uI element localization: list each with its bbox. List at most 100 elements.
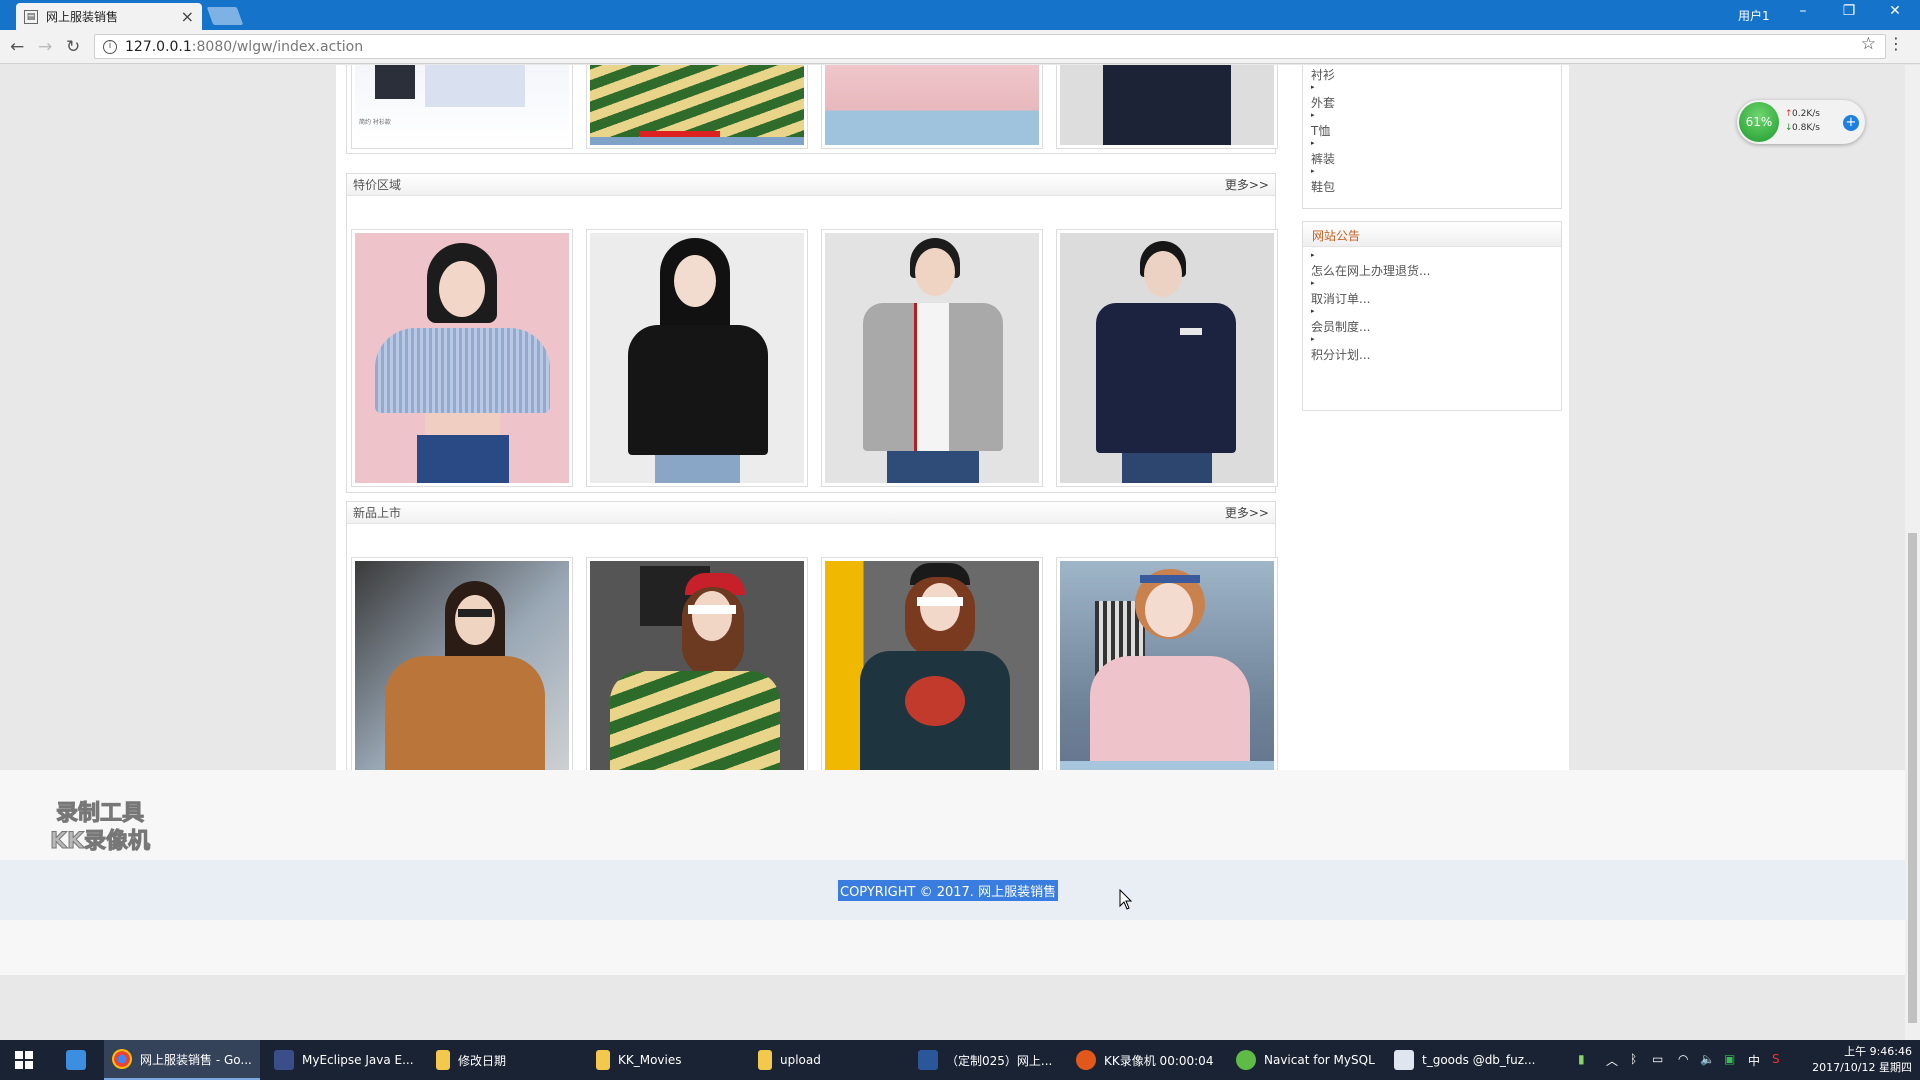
bullet-arrow-icon: ▸ (1311, 111, 1315, 119)
power-icon[interactable]: ▭ (1652, 1052, 1663, 1066)
taskbar-label: 网上服装销售 - Go... (140, 1052, 252, 1067)
notice-item[interactable]: ▸ 取消订单... (1309, 277, 1555, 306)
bullet-arrow-icon: ▸ (1311, 251, 1315, 259)
bullet-arrow-icon: ▸ (1311, 167, 1315, 175)
copyright-text: COPYRIGHT © 2017. 网上服装销售 (838, 880, 1059, 901)
url-host: 127.0.0.1 (125, 38, 192, 55)
category-item[interactable]: ▸ 裤装 (1309, 137, 1555, 166)
product-caption: 简约 衬衫款 (359, 119, 391, 126)
category-item[interactable]: ▸ T恤 (1309, 109, 1555, 138)
product-image[interactable] (1060, 233, 1274, 483)
taskbar-item-table[interactable]: t_goods @db_fuz... (1386, 1040, 1536, 1080)
new-tab-button[interactable] (206, 7, 244, 25)
browser-menu-icon[interactable]: ⋮ (1888, 34, 1904, 53)
system-clock[interactable]: 上午 9:46:46 2017/10/12 星期四 (1812, 1044, 1912, 1076)
page-scrollbar[interactable] (1905, 65, 1920, 1040)
footer-bottom (0, 920, 1905, 975)
taskbar-item-folder[interactable]: upload (750, 1040, 900, 1080)
taskbar-item-myeclipse[interactable]: MyEclipse Java E... (266, 1040, 416, 1080)
watermark-line: 录制工具 (55, 801, 144, 827)
watermark-line: KK录像机 (49, 829, 151, 855)
more-link[interactable]: 更多>> (1225, 176, 1269, 193)
mouse-cursor-icon (1119, 889, 1133, 910)
battery-icon[interactable]: ▮ (1578, 1052, 1585, 1066)
taskbar-item-word[interactable]: （定制025）网上... (910, 1040, 1060, 1080)
product-card[interactable] (586, 65, 808, 149)
ime-indicator[interactable]: 中 (1748, 1052, 1760, 1069)
product-image[interactable] (590, 233, 804, 483)
tray-app-icon[interactable]: ▣ (1724, 1052, 1735, 1066)
folder-icon (596, 1050, 610, 1070)
myeclipse-icon (274, 1050, 294, 1070)
product-card[interactable]: 简约 衬衫款 (351, 65, 573, 149)
tab-title: 网上服装销售 (46, 10, 119, 24)
bluetooth-icon[interactable]: ᛒ (1630, 1052, 1637, 1066)
taskbar-item-navicat[interactable]: Navicat for MySQL (1228, 1040, 1378, 1080)
upload-speed: 0.2K/s (1792, 109, 1820, 119)
scrollbar-thumb[interactable] (1908, 533, 1917, 1023)
section-header: 新品上市 更多>> (347, 502, 1275, 524)
restore-icon[interactable]: ❐ (1834, 3, 1864, 19)
product-image[interactable] (1060, 65, 1274, 145)
reload-icon[interactable]: ↻ (66, 37, 80, 57)
back-icon[interactable]: ← (10, 37, 24, 57)
product-card[interactable] (1056, 65, 1278, 149)
windows-taskbar: 网上服装销售 - Go... MyEclipse Java E... 修改日期 … (0, 1040, 1920, 1080)
taskbar-item-browser[interactable]: 网上服装销售 - Go... (104, 1040, 260, 1080)
product-card[interactable] (586, 229, 808, 487)
bullet-arrow-icon: ▸ (1311, 83, 1315, 91)
product-image[interactable]: 简约 衬衫款 (355, 65, 569, 145)
forward-icon[interactable]: → (38, 37, 52, 57)
browser-tab[interactable]: ▤ 网上服装销售 × (16, 3, 202, 30)
volume-icon[interactable]: 🔈 (1700, 1052, 1715, 1066)
product-card[interactable] (821, 65, 1043, 149)
section-header: 特价区域 更多>> (347, 174, 1275, 196)
site-info-icon[interactable]: i (103, 39, 117, 54)
memory-usage-ball[interactable]: 61% (1739, 102, 1779, 142)
taskbar-item-folder[interactable]: 修改日期 (428, 1040, 578, 1080)
table-icon (1394, 1050, 1414, 1070)
notice-item[interactable]: ▸ 怎么在网上办理退货... (1309, 249, 1555, 278)
download-speed: 0.8K/s (1792, 123, 1820, 133)
taskbar-item-folder[interactable]: KK_Movies (588, 1040, 738, 1080)
pinned-app[interactable] (56, 1040, 96, 1080)
bullet-arrow-icon: ▸ (1311, 307, 1315, 315)
windows-logo-icon (15, 1051, 33, 1069)
product-image[interactable] (825, 65, 1039, 145)
more-link[interactable]: 更多>> (1225, 504, 1269, 521)
close-window-icon[interactable]: ✕ (1880, 3, 1910, 19)
bookmark-star-icon[interactable]: ☆ (1861, 34, 1876, 54)
category-item[interactable]: ▸ 外套 (1309, 81, 1555, 110)
product-image[interactable] (590, 65, 804, 145)
antivirus-icon[interactable]: S (1772, 1052, 1780, 1066)
notice-label[interactable]: 积分计划... (1311, 346, 1370, 363)
taskbar-label: t_goods @db_fuz... (1422, 1053, 1536, 1067)
tab-close-icon[interactable]: × (181, 7, 194, 26)
address-bar[interactable]: i 127.0.0.1:8080/wlgw/index.action (94, 34, 1886, 59)
profile-user-label[interactable]: 用户1 (1738, 7, 1770, 24)
wifi-icon[interactable]: ◠ (1678, 1052, 1688, 1066)
app-icon (66, 1050, 86, 1070)
product-image[interactable] (355, 233, 569, 483)
minimize-icon[interactable]: – (1788, 3, 1818, 19)
bullet-arrow-icon: ▸ (1311, 139, 1315, 147)
start-button[interactable] (0, 1040, 48, 1080)
tray-expand-icon[interactable]: ︿ (1606, 1052, 1618, 1069)
category-item[interactable]: ▸ 鞋包 (1309, 165, 1555, 195)
browser-titlebar: ▤ 网上服装销售 × 用户1 – ❐ ✕ (0, 0, 1920, 30)
footer-spacer (0, 770, 1905, 860)
product-image[interactable] (825, 233, 1039, 483)
bullet-arrow-icon: ▸ (1311, 335, 1315, 343)
network-monitor-widget[interactable]: 61% ↑ 0.2K/s ↓ 0.8K/s + (1737, 100, 1865, 144)
notice-item[interactable]: ▸ 积分计划... (1309, 333, 1555, 363)
category-item[interactable]: 衬衫 (1309, 65, 1555, 82)
plus-icon[interactable]: + (1843, 115, 1859, 131)
category-label[interactable]: 鞋包 (1311, 178, 1335, 195)
word-icon (918, 1050, 938, 1070)
product-card[interactable] (351, 229, 573, 487)
product-card[interactable] (821, 229, 1043, 487)
taskbar-label: Navicat for MySQL (1264, 1053, 1375, 1067)
product-card[interactable] (1056, 229, 1278, 487)
taskbar-item-kk-recorder[interactable]: KK录像机 00:00:04 (1068, 1040, 1218, 1080)
notice-item[interactable]: ▸ 会员制度... (1309, 305, 1555, 334)
